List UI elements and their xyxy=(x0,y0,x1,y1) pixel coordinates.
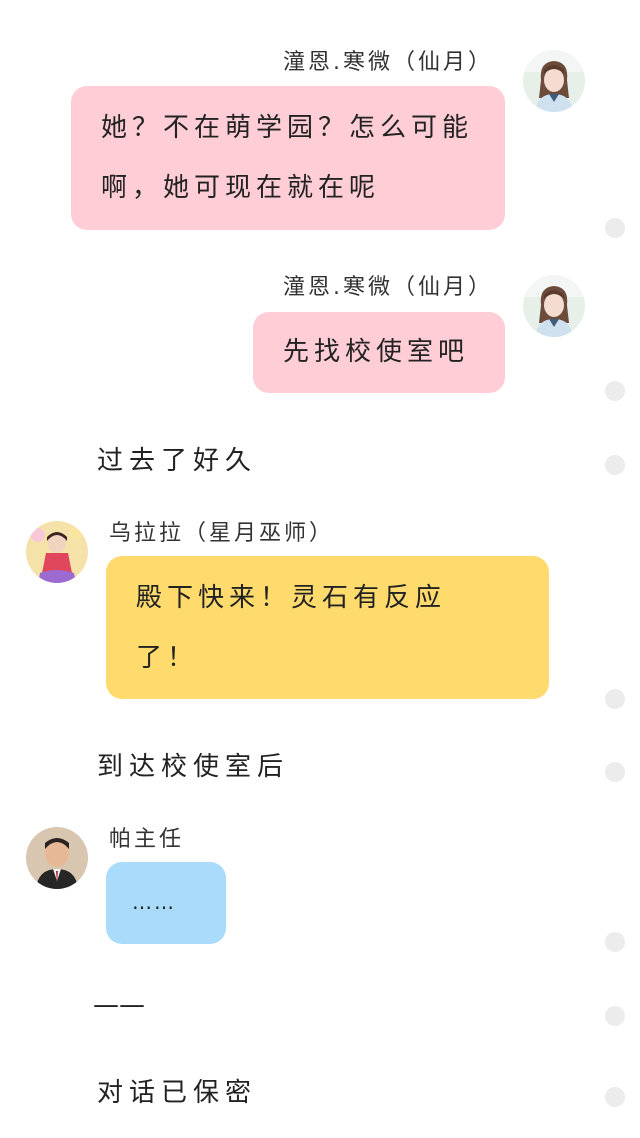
speaker-avatar[interactable] xyxy=(523,50,585,112)
narration-text: —— xyxy=(93,990,145,1020)
speaker-name: 帕主任 xyxy=(109,827,185,852)
speaker-name: 潼恩.寒微（仙月） xyxy=(283,275,493,300)
message-bubble[interactable]: 殿下快来！灵石有反应了！ xyxy=(106,556,549,699)
timeline-dot xyxy=(605,1087,625,1107)
narration-text: 到达校使室后 xyxy=(97,752,290,782)
speaker-name: 潼恩.寒微（仙月） xyxy=(283,50,493,75)
man-avatar-icon xyxy=(26,827,88,889)
timeline-dot xyxy=(605,455,625,475)
speaker-avatar[interactable] xyxy=(26,521,88,583)
message-bubble[interactable]: 她？不在萌学园？怎么可能啊，她可现在就在呢 xyxy=(71,86,505,230)
girl-avatar-icon xyxy=(523,275,585,337)
message-bubble[interactable]: …… xyxy=(106,862,226,944)
timeline-dot xyxy=(605,932,625,952)
ulala-avatar-icon xyxy=(26,521,88,583)
speaker-avatar[interactable] xyxy=(26,827,88,889)
timeline-dot xyxy=(605,381,625,401)
timeline-dot xyxy=(605,218,625,238)
timeline-dot xyxy=(605,689,625,709)
timeline-dot xyxy=(605,762,625,782)
narration-text: 对话已保密 xyxy=(97,1078,258,1108)
girl-avatar-icon xyxy=(523,50,585,112)
narration-text: 过去了好久 xyxy=(97,446,258,476)
message-bubble[interactable]: 先找校使室吧 xyxy=(253,312,505,393)
timeline-dot xyxy=(605,1006,625,1026)
speaker-avatar[interactable] xyxy=(523,275,585,337)
speaker-name: 乌拉拉（星月巫师） xyxy=(109,521,335,546)
